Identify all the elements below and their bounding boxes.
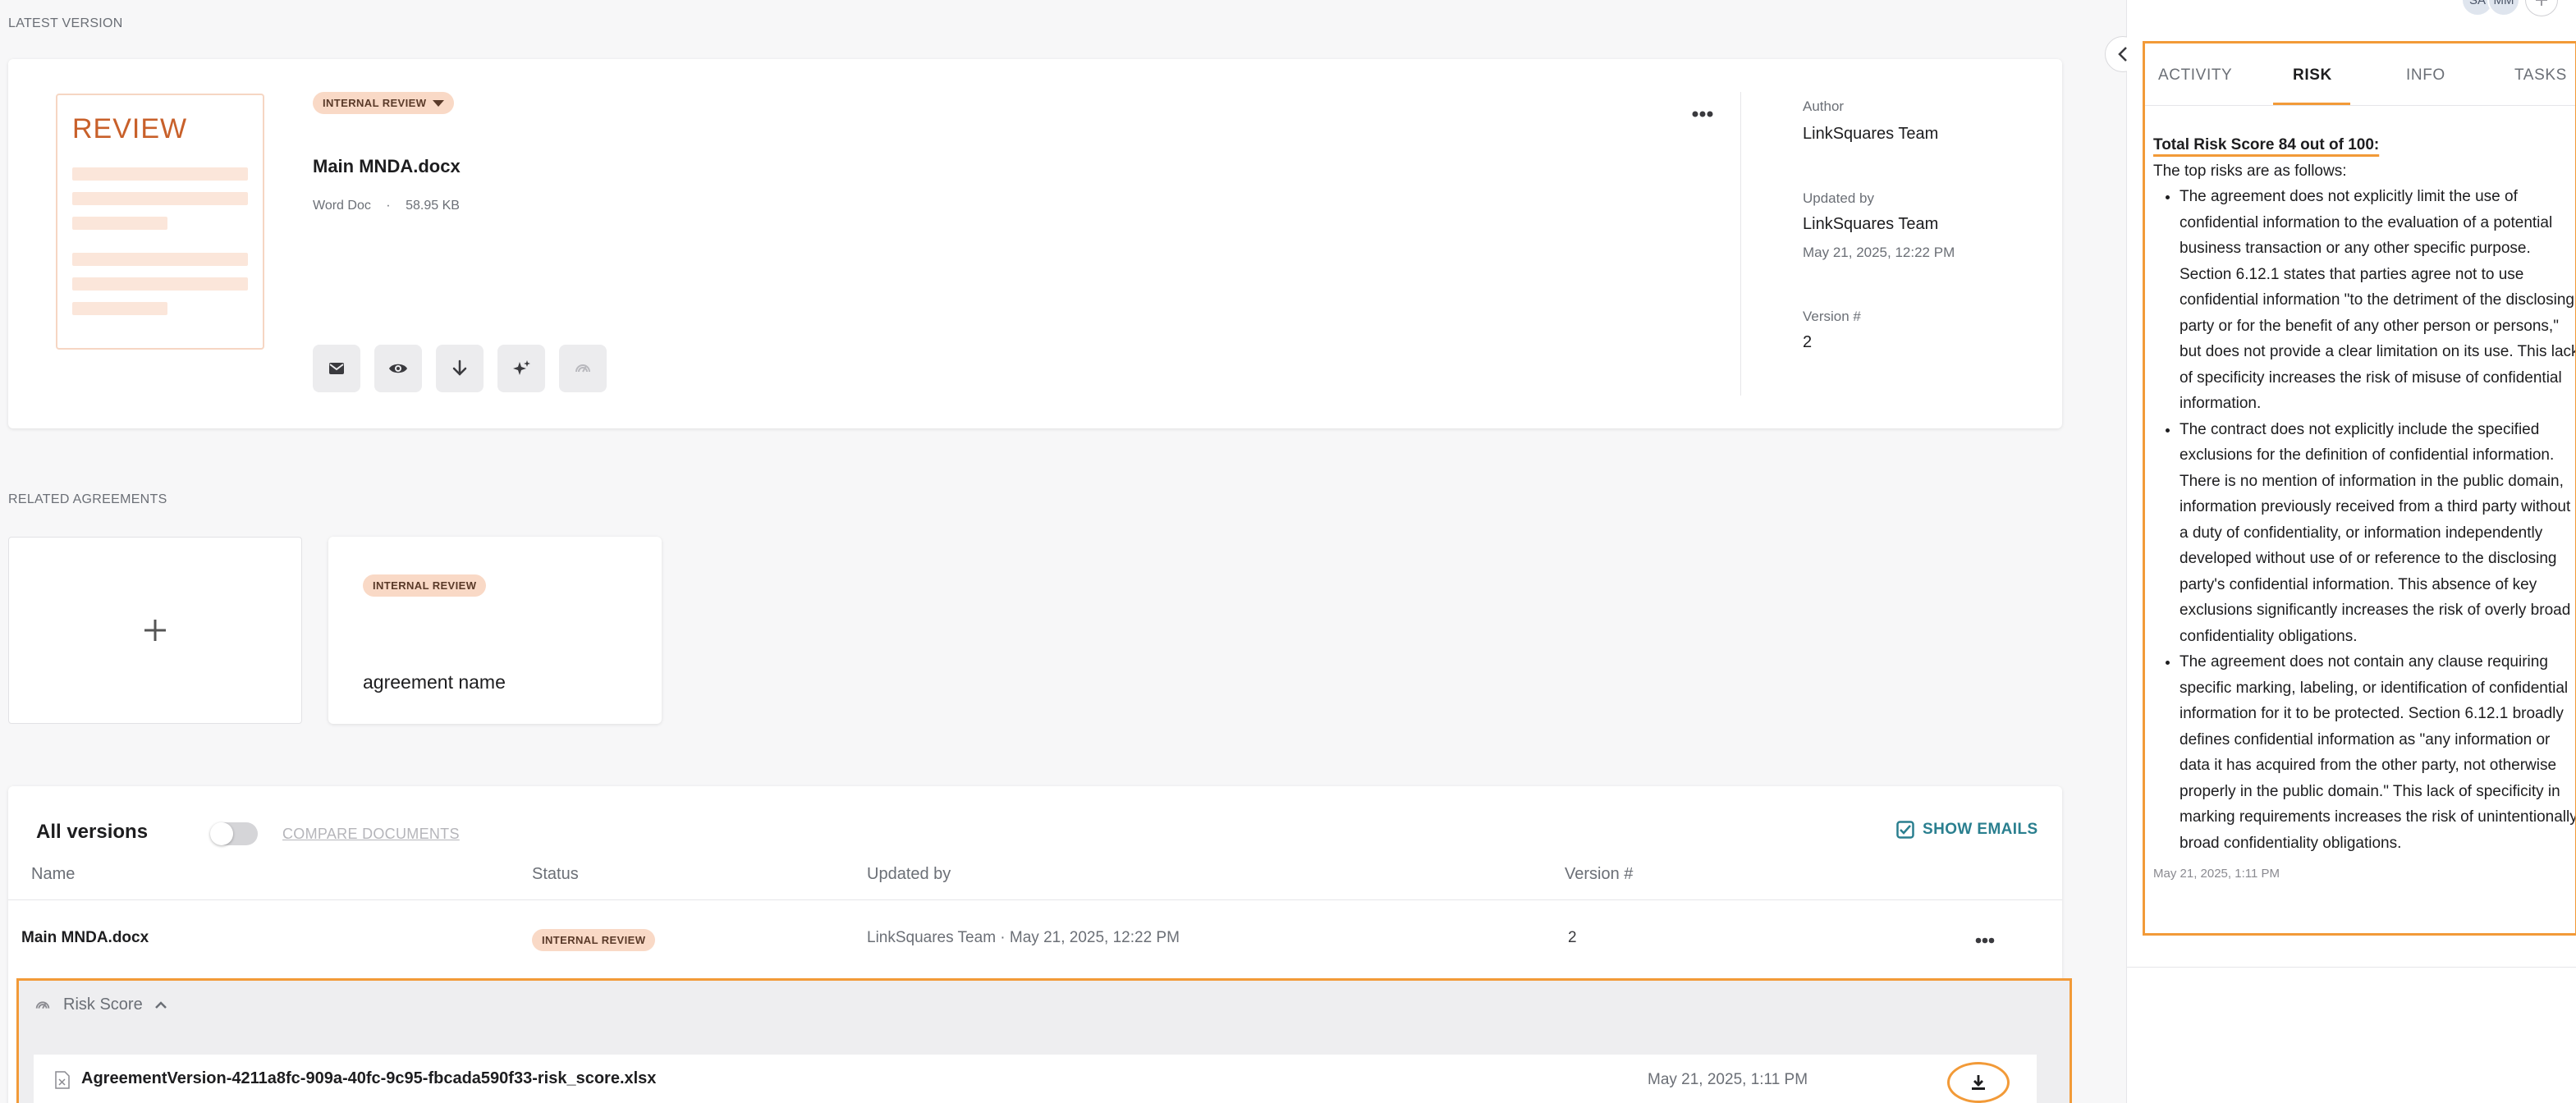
- status-dropdown[interactable]: INTERNAL REVIEW: [313, 92, 455, 114]
- version-row-menu-button[interactable]: [1970, 932, 2000, 949]
- column-header-status: Status: [532, 865, 579, 883]
- panel-bottom-divider: [2127, 967, 2576, 968]
- thumbnail-line: [72, 253, 248, 266]
- document-meta: Word Doc · 58.95 KB: [313, 199, 460, 213]
- tabs-divider: [2145, 105, 2575, 106]
- vertical-divider: [1740, 92, 1741, 396]
- risk-intro: The top risks are as follows:: [2153, 162, 2347, 180]
- version-row-status: INTERNAL REVIEW: [532, 929, 656, 951]
- risk-timestamp: May 21, 2025, 1:11 PM: [2153, 867, 2280, 881]
- version-label: Version #: [1803, 309, 1861, 324]
- tab-info[interactable]: INFO: [2406, 66, 2445, 85]
- show-emails-label: SHOW EMAILS: [1923, 821, 2038, 838]
- risk-score-heading: Total Risk Score 84 out of 100:: [2153, 136, 2380, 153]
- thumbnail-line: [72, 167, 248, 181]
- attachment-date: May 21, 2025, 1:11 PM: [1648, 1071, 1808, 1088]
- version-row-version: 2: [1568, 929, 1577, 946]
- attachment-filename[interactable]: AgreementVersion-4211a8fc-909a-40fc-9c95…: [81, 1069, 656, 1088]
- risk-item: The agreement does not explicitly limit …: [2180, 184, 2575, 417]
- gauge-icon: [575, 364, 590, 373]
- related-status-badge: INTERNAL REVIEW: [363, 574, 487, 597]
- ai-assist-button[interactable]: [497, 345, 545, 392]
- updated-by-value: LinkSquares Team: [1803, 215, 1939, 233]
- thumbnail-line: [72, 217, 167, 230]
- header-divider: [8, 899, 2062, 900]
- document-type: Word Doc: [313, 199, 371, 213]
- risk-item: The agreement does not contain any claus…: [2180, 649, 2575, 856]
- version-row-updated-by: LinkSquares Team · May 21, 2025, 12:22 P…: [867, 929, 1180, 946]
- column-header-updated-by: Updated by: [867, 865, 951, 883]
- related-agreements-label: RELATED AGREEMENTS: [8, 492, 167, 506]
- thumbnail-line: [72, 302, 167, 315]
- spreadsheet-file-icon: [55, 1071, 70, 1089]
- updated-by-label: Updated by: [1803, 190, 1874, 206]
- compare-documents-link[interactable]: COMPARE DOCUMENTS: [282, 826, 460, 843]
- risk-content: Total Risk Score 84 out of 100: The top …: [2153, 132, 2575, 887]
- document-size: 58.95 KB: [406, 199, 460, 213]
- attachment-row: AgreementVersion-4211a8fc-909a-40fc-9c95…: [34, 1055, 2037, 1103]
- download-button[interactable]: [436, 345, 484, 392]
- version-row-status-label: INTERNAL REVIEW: [542, 934, 646, 946]
- download-icon: [1972, 1075, 1985, 1090]
- eye-icon: [389, 364, 407, 373]
- related-status-label: INTERNAL REVIEW: [373, 579, 477, 592]
- version-row-name[interactable]: Main MNDA.docx: [21, 929, 149, 947]
- gauge-icon: [35, 1000, 50, 1009]
- add-related-agreement-button[interactable]: [8, 537, 302, 724]
- risk-score-button[interactable]: [559, 345, 607, 392]
- document-thumbnail[interactable]: REVIEW: [56, 94, 264, 350]
- related-agreement-card[interactable]: INTERNAL REVIEW agreement name: [328, 537, 662, 724]
- column-header-name: Name: [31, 865, 76, 883]
- tab-tasks[interactable]: TASKS: [2514, 66, 2567, 85]
- version-value: 2: [1803, 333, 1813, 351]
- all-versions-title: All versions: [36, 821, 149, 843]
- meta-separator: ·: [386, 199, 391, 213]
- thumbnail-title: REVIEW: [72, 113, 188, 144]
- latest-version-card: REVIEW INTERNAL REVIEW Main MNDA.docx Wo…: [8, 59, 2062, 428]
- thumbnail-line: [72, 277, 248, 291]
- caret-down-icon: [433, 99, 445, 107]
- tab-activity[interactable]: ACTIVITY: [2158, 66, 2232, 85]
- compare-toggle[interactable]: [210, 822, 258, 845]
- show-emails-toggle[interactable]: SHOW EMAILS: [1896, 821, 2038, 839]
- attachment-download-button[interactable]: [1947, 1062, 2010, 1103]
- preview-button[interactable]: [374, 345, 422, 392]
- status-label: INTERNAL REVIEW: [323, 97, 427, 109]
- arrow-down-icon: [452, 359, 467, 376]
- risk-score-label: Risk Score: [63, 995, 143, 1014]
- checkbox-checked-icon: [1896, 821, 1914, 839]
- risk-score-section: Risk Score AgreementVersion-4211a8fc-909…: [16, 978, 2072, 1103]
- plus-icon: [144, 620, 166, 641]
- sparkle-icon: [513, 360, 530, 375]
- email-button[interactable]: [313, 345, 360, 392]
- updated-by-date: May 21, 2025, 12:22 PM: [1803, 245, 1955, 260]
- document-title: Main MNDA.docx: [313, 156, 461, 176]
- tab-risk[interactable]: RISK: [2293, 66, 2332, 85]
- plus-icon: [2536, 0, 2547, 6]
- more-horizontal-icon: [1692, 111, 1713, 117]
- mail-icon: [329, 363, 344, 374]
- author-label: Author: [1803, 98, 1845, 114]
- risk-item: The contract does not explicitly include…: [2180, 417, 2575, 650]
- risk-panel: ACTIVITY RISK INFO TASKS Total Risk Scor…: [2143, 41, 2576, 936]
- thumbnail-line: [72, 192, 248, 205]
- column-header-version: Version #: [1565, 865, 1634, 883]
- latest-version-label: LATEST VERSION: [8, 16, 123, 30]
- chevron-up-icon: [154, 1000, 167, 1009]
- related-agreement-name: agreement name: [363, 671, 506, 693]
- more-horizontal-icon: [1975, 937, 1995, 944]
- more-options-button[interactable]: [1686, 102, 1719, 126]
- risk-score-toggle[interactable]: Risk Score: [34, 995, 167, 1014]
- author-value: LinkSquares Team: [1803, 125, 1939, 143]
- risk-list: The agreement does not explicitly limit …: [2180, 184, 2575, 856]
- toggle-knob: [210, 822, 233, 845]
